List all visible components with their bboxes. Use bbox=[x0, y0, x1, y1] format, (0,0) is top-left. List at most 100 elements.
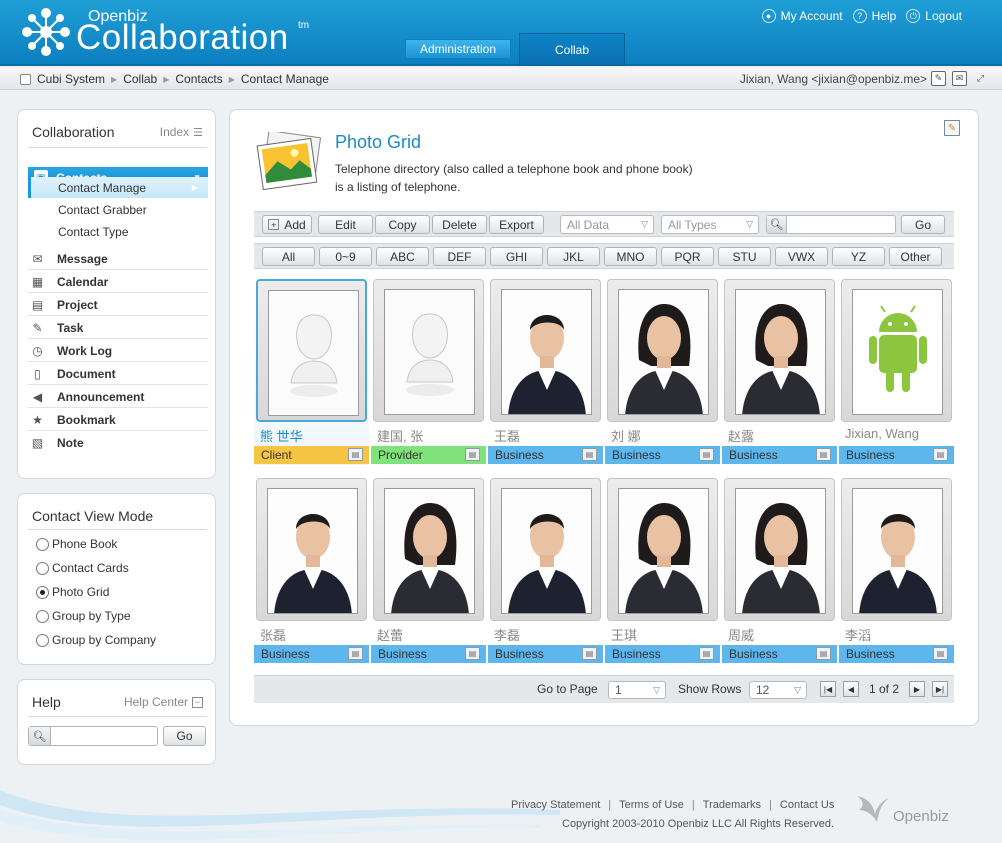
photo-frame[interactable] bbox=[490, 279, 601, 422]
contact-card[interactable]: 张磊 Business ▤ bbox=[254, 476, 369, 664]
alpha-filter-abc[interactable]: ABC bbox=[376, 247, 429, 266]
radio-contact-cards[interactable] bbox=[36, 561, 49, 575]
radio-phone-book[interactable] bbox=[36, 537, 49, 551]
contact-card[interactable]: 周威 Business ▤ bbox=[722, 476, 837, 664]
alpha-filter-mno[interactable]: MNO bbox=[604, 247, 657, 266]
edit-page-icon[interactable]: ✎ bbox=[944, 120, 960, 136]
data-filter-select[interactable]: All Data ▽ bbox=[560, 215, 654, 234]
last-page-icon[interactable]: ▶| bbox=[932, 681, 948, 697]
alpha-filter-other[interactable]: Other bbox=[889, 247, 942, 266]
vcard-icon[interactable]: ▤ bbox=[933, 647, 948, 660]
breadcrumb-item-contact-manage[interactable]: Contact Manage bbox=[241, 72, 329, 86]
contact-photo[interactable] bbox=[501, 289, 592, 415]
vcard-icon[interactable]: ▤ bbox=[348, 647, 363, 660]
vcard-icon[interactable]: ▤ bbox=[348, 448, 363, 461]
vcard-icon[interactable]: ▤ bbox=[582, 448, 597, 461]
radio-group-by-type[interactable] bbox=[36, 609, 49, 623]
contact-name[interactable]: 赵蕾 bbox=[377, 625, 403, 644]
add-button[interactable]: + Add bbox=[262, 215, 312, 234]
photo-frame[interactable] bbox=[724, 478, 835, 621]
fullscreen-icon[interactable]: ⤢ bbox=[973, 71, 988, 86]
contact-name[interactable]: 刘 娜 bbox=[611, 426, 641, 445]
sidebar-item-note[interactable]: ▧ Note bbox=[28, 432, 208, 454]
prev-page-icon[interactable]: ◀ bbox=[843, 681, 859, 697]
sidebar-item-document[interactable]: ▯ Document bbox=[28, 363, 208, 385]
vcard-icon[interactable]: ▤ bbox=[465, 448, 480, 461]
view-mode-contact-cards[interactable]: Contact Cards bbox=[36, 561, 129, 575]
rows-select[interactable]: 12 ▽ bbox=[749, 681, 807, 699]
contact-photo[interactable] bbox=[618, 289, 709, 415]
contact-card[interactable]: Jixian, Wang Business ▤ bbox=[839, 277, 954, 465]
alpha-filter-vwx[interactable]: VWX bbox=[775, 247, 828, 266]
sidebar-item-calendar[interactable]: ▦ Calendar bbox=[28, 271, 208, 293]
view-mode-group-by-company[interactable]: Group by Company bbox=[36, 633, 156, 647]
sidebar-subitem-contact-manage[interactable]: Contact Manage ▶ bbox=[28, 177, 208, 198]
contact-name[interactable]: 李滔 bbox=[845, 625, 871, 644]
type-filter-select[interactable]: All Types ▽ bbox=[661, 215, 759, 234]
view-mode-group-by-type[interactable]: Group by Type bbox=[36, 609, 131, 623]
radio-photo-grid[interactable] bbox=[36, 585, 49, 599]
sidebar-subitem-contact-grabber[interactable]: Contact Grabber bbox=[28, 199, 208, 220]
vcard-icon[interactable]: ▤ bbox=[699, 448, 714, 461]
edit-button[interactable]: Edit bbox=[318, 215, 373, 234]
contact-card[interactable]: 熊 世华 Client ▤ bbox=[254, 277, 369, 465]
contact-name[interactable]: 王磊 bbox=[494, 426, 520, 445]
contact-photo[interactable] bbox=[735, 488, 826, 614]
delete-button[interactable]: Delete bbox=[432, 215, 487, 234]
breadcrumb-item-contacts[interactable]: Contacts bbox=[175, 72, 222, 86]
contact-card[interactable]: 刘 娜 Business ▤ bbox=[605, 277, 720, 465]
alpha-filter-ghi[interactable]: GHI bbox=[490, 247, 543, 266]
photo-frame[interactable] bbox=[373, 478, 484, 621]
contact-photo[interactable] bbox=[268, 290, 359, 416]
alpha-filter-def[interactable]: DEF bbox=[433, 247, 486, 266]
next-page-icon[interactable]: ▶ bbox=[909, 681, 925, 697]
first-page-icon[interactable]: |◀ bbox=[820, 681, 836, 697]
alpha-filter-all[interactable]: All bbox=[262, 247, 315, 266]
help-center-link[interactable]: Help Center − bbox=[124, 695, 203, 709]
help-go-button[interactable]: Go bbox=[163, 726, 206, 746]
photo-frame[interactable] bbox=[841, 478, 952, 621]
vcard-icon[interactable]: ▤ bbox=[699, 647, 714, 660]
terms-link[interactable]: Terms of Use bbox=[619, 799, 684, 811]
contact-photo[interactable] bbox=[618, 488, 709, 614]
vcard-icon[interactable]: ▤ bbox=[582, 647, 597, 660]
help-link[interactable]: ? Help bbox=[852, 9, 896, 23]
view-mode-phone-book[interactable]: Phone Book bbox=[36, 537, 117, 551]
compose-icon[interactable]: ✉ bbox=[952, 71, 967, 86]
photo-frame[interactable] bbox=[607, 279, 718, 422]
grid-search-input[interactable] bbox=[789, 217, 893, 232]
contact-photo[interactable] bbox=[384, 488, 475, 614]
breadcrumb-item-collab[interactable]: Collab bbox=[123, 72, 157, 86]
vcard-icon[interactable]: ▤ bbox=[933, 448, 948, 461]
my-account-link[interactable]: ● My Account bbox=[761, 9, 843, 23]
edit-profile-icon[interactable]: ✎ bbox=[931, 71, 946, 86]
contact-card[interactable]: 赵露 Business ▤ bbox=[722, 277, 837, 465]
contact-name[interactable]: 赵露 bbox=[728, 426, 754, 445]
vcard-icon[interactable]: ▤ bbox=[816, 647, 831, 660]
contact-name[interactable]: 熊 世华 bbox=[260, 426, 303, 445]
contact-photo[interactable] bbox=[267, 488, 358, 614]
photo-frame[interactable] bbox=[724, 279, 835, 422]
contact-name[interactable]: 周威 bbox=[728, 625, 754, 644]
app-logo[interactable]: Openbiz Collaboration tm bbox=[18, 4, 318, 62]
radio-group-by-company[interactable] bbox=[36, 633, 49, 647]
alpha-filter-stu[interactable]: STU bbox=[718, 247, 771, 266]
breadcrumb-item-cubi[interactable]: Cubi System bbox=[37, 72, 105, 86]
alpha-filter-jkl[interactable]: JKL bbox=[547, 247, 600, 266]
contact-photo[interactable] bbox=[852, 488, 943, 614]
collapse-icon[interactable]: − bbox=[192, 696, 203, 708]
contact-card[interactable]: 王磊 Business ▤ bbox=[488, 277, 603, 465]
tab-administration[interactable]: Administration bbox=[405, 39, 511, 59]
vcard-icon[interactable]: ▤ bbox=[816, 448, 831, 461]
contact-photo[interactable] bbox=[852, 289, 943, 415]
photo-frame[interactable] bbox=[373, 279, 484, 422]
sidebar-item-bookmark[interactable]: ★ Bookmark bbox=[28, 409, 208, 431]
copy-button[interactable]: Copy bbox=[375, 215, 430, 234]
contact-card[interactable]: 王琪 Business ▤ bbox=[605, 476, 720, 664]
view-mode-photo-grid[interactable]: Photo Grid bbox=[36, 585, 109, 599]
logout-link[interactable]: ⏻ Logout bbox=[906, 9, 962, 23]
privacy-link[interactable]: Privacy Statement bbox=[511, 799, 600, 811]
contact-card[interactable]: 建国, 张 Provider ▤ bbox=[371, 277, 486, 465]
photo-frame[interactable] bbox=[256, 279, 367, 422]
sidebar-item-work-log[interactable]: ◷ Work Log bbox=[28, 340, 208, 362]
